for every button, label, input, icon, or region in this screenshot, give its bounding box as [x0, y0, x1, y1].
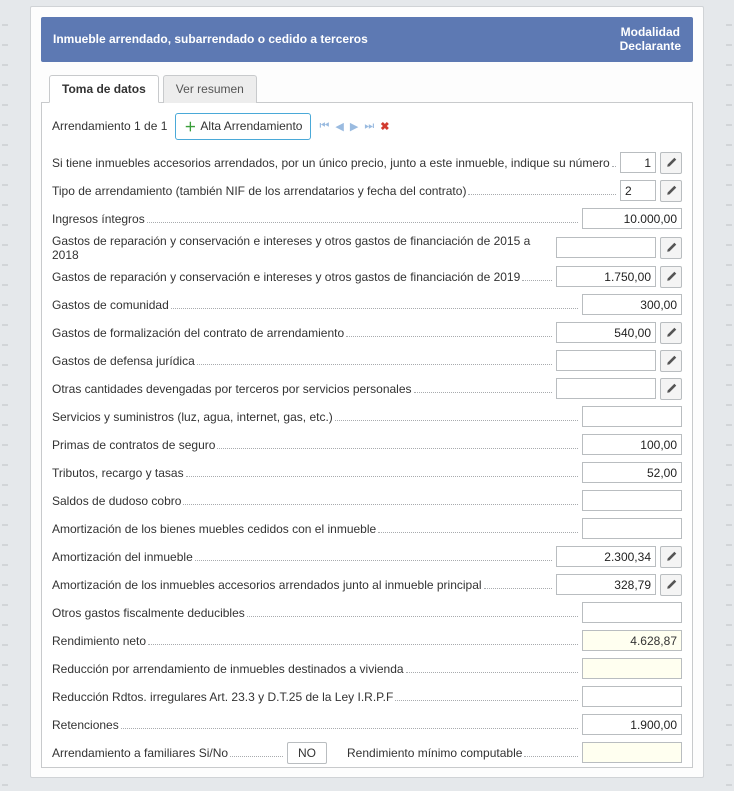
form-row: Ingresos íntegros — [52, 206, 682, 232]
field-label: Ingresos íntegros — [52, 212, 145, 226]
form-panel: Arrendamiento 1 de 1 ＋ Alta Arrendamient… — [41, 103, 693, 768]
form-row: Saldos de dudoso cobro — [52, 488, 682, 514]
field-label: Gastos de defensa jurídica — [52, 354, 195, 368]
field-input[interactable] — [556, 266, 656, 287]
field-label: Si tiene inmuebles accesorios arrendados… — [52, 156, 610, 170]
field-input[interactable] — [582, 714, 682, 735]
edit-button[interactable] — [660, 574, 682, 596]
form-row: Tipo de arrendamiento (también NIF de lo… — [52, 178, 682, 204]
familiar-value[interactable]: NO — [287, 742, 327, 764]
add-icon: ＋ — [184, 118, 196, 135]
field-label: Amortización de los inmuebles accesorios… — [52, 578, 482, 592]
edit-button[interactable] — [660, 322, 682, 344]
field-label: Tributos, recargo y tasas — [52, 466, 184, 480]
edit-button[interactable] — [660, 266, 682, 288]
delete-icon[interactable]: ✖ — [380, 120, 389, 133]
field-label: Gastos de reparación y conservación e in… — [52, 234, 550, 262]
form-row: Gastos de reparación y conservación e in… — [52, 234, 682, 262]
record-counter: Arrendamiento 1 de 1 — [52, 119, 167, 133]
edit-button[interactable] — [660, 350, 682, 372]
form-row: Amortización del inmueble — [52, 544, 682, 570]
field-label: Reducción Rdtos. irregulares Art. 23.3 y… — [52, 690, 393, 704]
field-input[interactable] — [556, 546, 656, 567]
field-label: Reducción por arrendamiento de inmuebles… — [52, 662, 404, 676]
header-bar: Inmueble arrendado, subarrendado o cedid… — [41, 17, 693, 62]
familiar-label: Arrendamiento a familiares Si/No — [52, 746, 228, 760]
form-row: Gastos de defensa jurídica — [52, 348, 682, 374]
edit-button[interactable] — [660, 152, 682, 174]
field-label: Otros gastos fiscalmente deducibles — [52, 606, 245, 620]
field-label: Gastos de formalización del contrato de … — [52, 326, 344, 340]
form-row: Reducción Rdtos. irregulares Art. 23.3 y… — [52, 684, 682, 710]
form-row: Tributos, recargo y tasas — [52, 460, 682, 486]
page-title: Inmueble arrendado, subarrendado o cedid… — [53, 32, 368, 46]
field-input[interactable] — [582, 490, 682, 511]
field-input[interactable] — [582, 602, 682, 623]
alta-arrendamiento-button[interactable]: ＋ Alta Arrendamiento — [175, 113, 311, 140]
nav-prev-icon[interactable]: ◀ — [335, 120, 343, 133]
rend-min-label: Rendimiento mínimo computable — [347, 746, 522, 760]
field-label: Gastos de comunidad — [52, 298, 169, 312]
field-label: Amortización de los bienes muebles cedid… — [52, 522, 376, 536]
form-row: Gastos de formalización del contrato de … — [52, 320, 682, 346]
field-input[interactable] — [556, 350, 656, 371]
form-row: Servicios y suministros (luz, agua, inte… — [52, 404, 682, 430]
edit-button[interactable] — [660, 180, 682, 202]
dialog-container: Inmueble arrendado, subarrendado o cedid… — [30, 6, 704, 778]
field-input[interactable] — [582, 434, 682, 455]
field-label: Gastos de reparación y conservación e in… — [52, 270, 520, 284]
field-input[interactable] — [582, 208, 682, 229]
field-input[interactable] — [582, 658, 682, 679]
tab-toma-datos[interactable]: Toma de datos — [49, 75, 159, 103]
record-nav: ⏮ ◀ ▶ ⏭ ✖ — [319, 120, 389, 133]
field-input[interactable] — [582, 630, 682, 651]
edit-button[interactable] — [660, 378, 682, 400]
rend-min-input[interactable] — [582, 742, 682, 763]
header-mode: Modalidad Declarante — [620, 25, 681, 54]
field-input[interactable] — [582, 406, 682, 427]
field-input[interactable] — [582, 518, 682, 539]
form-row: Retenciones — [52, 712, 682, 738]
field-label: Rendimiento neto — [52, 634, 146, 648]
field-input[interactable] — [556, 322, 656, 343]
field-label: Tipo de arrendamiento (también NIF de lo… — [52, 184, 466, 198]
field-input[interactable] — [620, 180, 656, 201]
form-row: Rendimiento neto — [52, 628, 682, 654]
field-label: Saldos de dudoso cobro — [52, 494, 181, 508]
form-row: Amortización de los bienes muebles cedid… — [52, 516, 682, 542]
field-input[interactable] — [582, 686, 682, 707]
tab-ver-resumen[interactable]: Ver resumen — [163, 75, 257, 103]
field-label: Otras cantidades devengadas por terceros… — [52, 382, 412, 396]
form-row: Otros gastos fiscalmente deducibles — [52, 600, 682, 626]
form-row: Si tiene inmuebles accesorios arrendados… — [52, 150, 682, 176]
form-row: Otras cantidades devengadas por terceros… — [52, 376, 682, 402]
field-input[interactable] — [620, 152, 656, 173]
edit-button[interactable] — [660, 546, 682, 568]
form-row: Reducción por arrendamiento de inmuebles… — [52, 656, 682, 682]
form-row: Gastos de reparación y conservación e in… — [52, 264, 682, 290]
field-label: Servicios y suministros (luz, agua, inte… — [52, 410, 333, 424]
edit-button[interactable] — [660, 237, 682, 259]
field-input[interactable] — [556, 574, 656, 595]
field-label: Retenciones — [52, 718, 119, 732]
field-input[interactable] — [582, 294, 682, 315]
field-input[interactable] — [556, 237, 656, 258]
tab-strip: Toma de datos Ver resumen — [41, 74, 693, 103]
field-label: Amortización del inmueble — [52, 550, 193, 564]
nav-first-icon[interactable]: ⏮ — [319, 120, 329, 133]
nav-last-icon[interactable]: ⏭ — [364, 120, 374, 133]
form-row: Primas de contratos de seguro — [52, 432, 682, 458]
field-input[interactable] — [582, 462, 682, 483]
form-row: Amortización de los inmuebles accesorios… — [52, 572, 682, 598]
nav-next-icon[interactable]: ▶ — [350, 120, 358, 133]
field-label: Primas de contratos de seguro — [52, 438, 215, 452]
form-row: Gastos de comunidad — [52, 292, 682, 318]
field-input[interactable] — [556, 378, 656, 399]
